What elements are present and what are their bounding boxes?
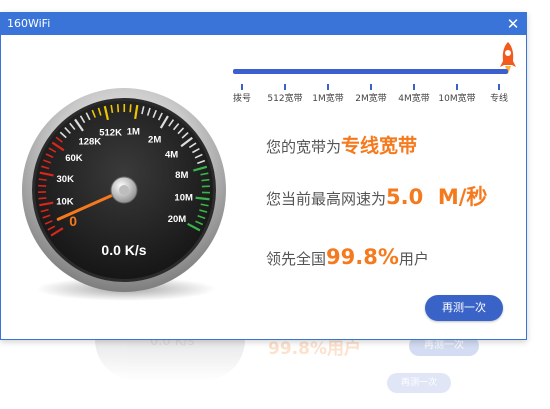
window-reflection: 0.0 K/s 99.8%用户 再测一次 再测一次: [0, 334, 530, 409]
title-bar[interactable]: 160WiFi ✕: [1, 13, 526, 35]
scale-tick: [456, 84, 458, 90]
rank-label: 领先全国: [266, 250, 327, 268]
bandwidth-result: 您的宽带为专线宽带: [266, 131, 417, 158]
gauge-hub-center: [119, 185, 129, 195]
scale-label-dialup: 拨号: [232, 94, 252, 104]
scale-tick: [284, 84, 286, 90]
scale-label-2m: 2M宽带: [355, 94, 387, 104]
rank-result: 领先全国99.8%用户: [266, 245, 429, 269]
rank-suffix: 用户: [398, 250, 429, 268]
gauge-speed-readout: 0.0 K/s: [101, 242, 146, 258]
scale-label-10m: 10M宽带: [438, 94, 476, 104]
max-speed-value: 5.0 M/秒: [386, 185, 488, 209]
speedtest-window: 160WiFi ✕ 0 10K 30K 60K 128K 512K 1M 2M …: [0, 12, 527, 340]
gauge-minor-tick: [38, 197, 47, 200]
gauge-major-tick: [195, 196, 210, 201]
reflection-gauge: [95, 340, 245, 380]
scale-label-4m: 4M宽带: [398, 94, 430, 104]
gauge-label: 10M: [174, 192, 193, 203]
bandwidth-result-label: 您的宽带为: [266, 138, 342, 156]
bandwidth-result-value: 专线宽带: [341, 135, 418, 157]
bandwidth-scale-track: [233, 69, 508, 74]
gauge-label: 1M: [127, 127, 140, 138]
gauge-label: 4M: [165, 150, 178, 161]
scale-tick: [241, 84, 243, 90]
scale-label-1m: 1M宽带: [312, 94, 344, 104]
gauge-minor-tick: [201, 178, 210, 182]
scale-tick: [327, 84, 329, 90]
retest-button[interactable]: 再测一次: [425, 295, 503, 321]
max-speed-label: 您当前最高网速为: [266, 190, 387, 208]
rank-value: 99.8%: [326, 245, 399, 269]
gauge-label: 2M: [148, 134, 161, 145]
gauge-label: 60K: [65, 153, 83, 164]
gauge-label: 512K: [99, 128, 122, 139]
gauge-minor-tick: [38, 178, 47, 181]
scale-tick: [498, 84, 500, 90]
close-button[interactable]: ✕: [504, 15, 522, 33]
gauge-minor-tick: [129, 104, 132, 113]
gauge-label: 8M: [175, 170, 188, 181]
scale-label-512k: 512宽带: [267, 94, 303, 104]
scale-tick: [413, 84, 415, 90]
scale-tick: [370, 84, 372, 90]
gauge-minor-tick: [116, 104, 120, 113]
gauge-label: 30K: [57, 174, 75, 185]
gauge-label: 10K: [56, 197, 74, 208]
speedometer-gauge: 010K30K60K128K512K 1M2M4M8M10M20M 0.0 K/s: [22, 88, 226, 301]
max-speed-result: 您当前最高网速为5.0 M/秒: [266, 181, 487, 211]
gauge-label: 20M: [168, 214, 187, 225]
scale-label-dedicated: 专线: [489, 94, 509, 104]
gauge-label: 128K: [78, 137, 101, 148]
reflection-button-faint: 再测一次: [387, 373, 451, 393]
rocket-icon: [500, 42, 516, 74]
window-title: 160WiFi: [7, 17, 51, 30]
